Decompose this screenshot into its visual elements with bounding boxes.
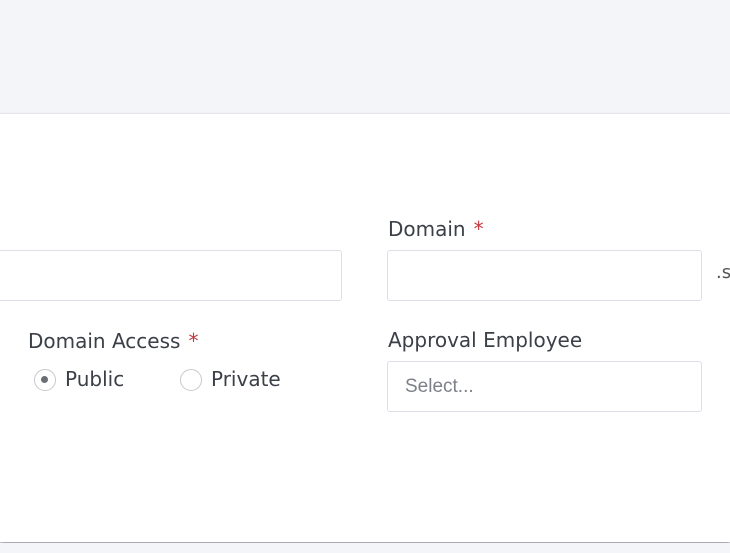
required-marker: *: [473, 217, 484, 241]
domain-access-label-text: Domain Access: [28, 329, 181, 353]
domain-suffix: .s: [716, 262, 730, 283]
domain-access-label: Domain Access *: [28, 329, 198, 353]
domain-label: Domain *: [388, 217, 484, 241]
radio-public-label[interactable]: Public: [65, 367, 124, 391]
domain-input[interactable]: [387, 250, 702, 301]
radio-public[interactable]: [34, 369, 56, 391]
page-header-area: [0, 0, 730, 113]
approval-employee-label: Approval Employee: [388, 328, 583, 352]
radio-private[interactable]: [180, 369, 202, 391]
page-bottom-area: [0, 543, 730, 553]
form-card: [0, 113, 730, 542]
select-placeholder: Select...: [405, 376, 474, 397]
approval-employee-select[interactable]: Select...: [387, 361, 702, 412]
left-text-input[interactable]: [0, 250, 342, 301]
domain-label-text: Domain: [388, 217, 466, 241]
required-marker: *: [188, 329, 199, 353]
radio-private-label[interactable]: Private: [211, 367, 281, 391]
